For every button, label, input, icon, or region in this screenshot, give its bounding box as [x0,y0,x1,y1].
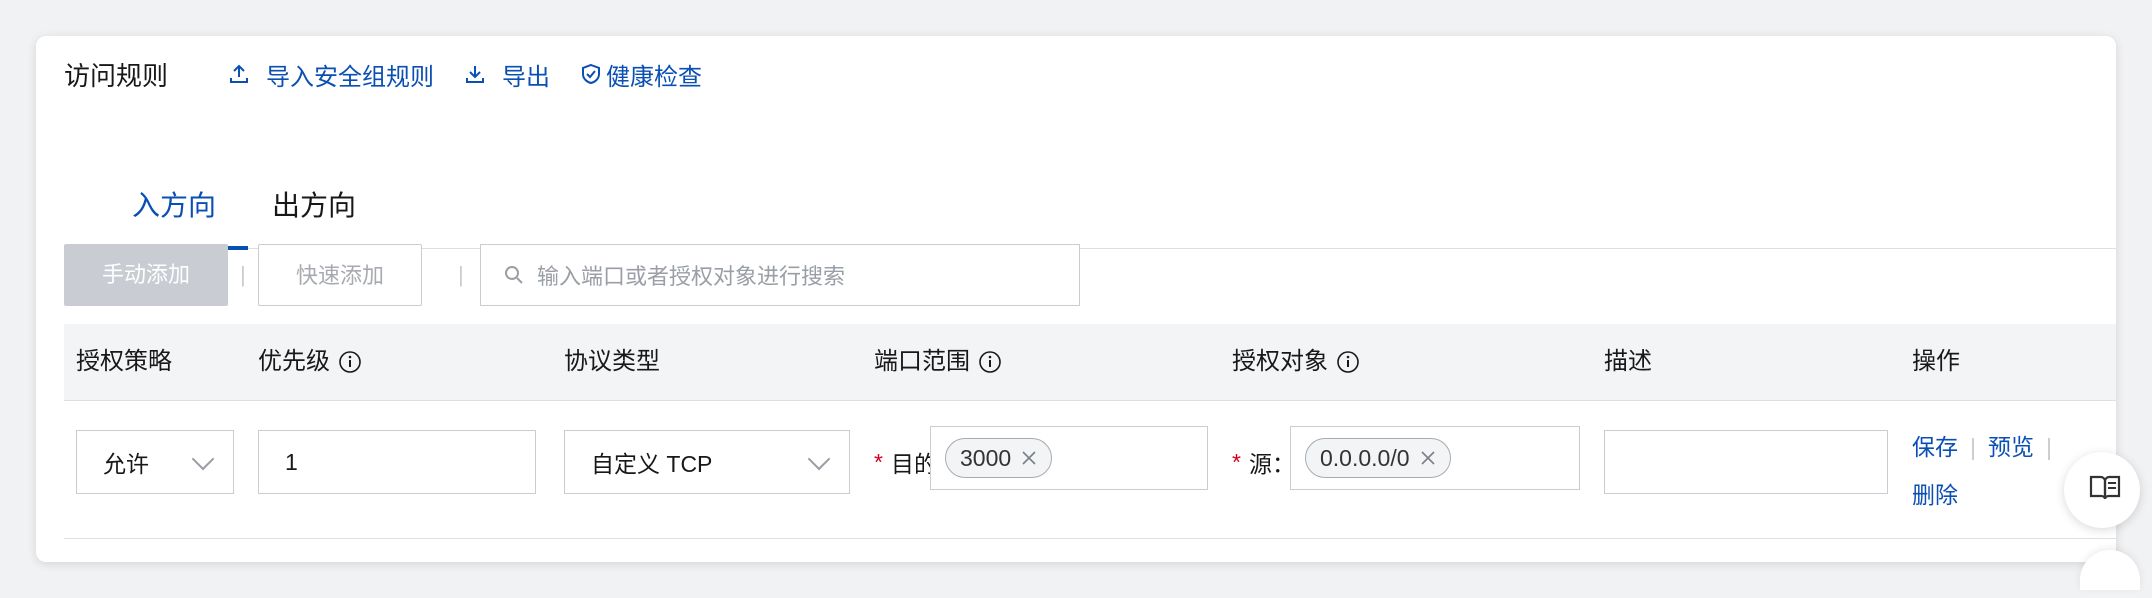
health-check-link[interactable]: 健康检查 [580,57,702,92]
source-tag: 0.0.0.0/0 [1305,438,1451,478]
health-check-label: 健康检查 [606,63,703,91]
shield-check-icon [580,63,602,85]
save-link[interactable]: 保存 [1912,434,1958,460]
search-placeholder: 输入端口或者授权对象进行搜索 [537,264,846,289]
info-icon[interactable] [978,350,1002,374]
separator: | [458,262,464,287]
table-row: 允许 1 自定义 TCP * 目的 3000 * 源： 0.0.0.0/0 保存… [64,400,2116,539]
column-header-actions: 操作 [1912,348,1960,375]
export-link[interactable]: 导出 [464,57,550,92]
separator: | [240,262,246,287]
description-input[interactable] [1604,430,1888,494]
upload-icon [228,63,250,85]
priority-value: 1 [285,448,298,475]
source-tag-value: 0.0.0.0/0 [1320,444,1410,471]
docs-float-button[interactable] [2064,452,2140,528]
preview-link[interactable]: 预览 [1988,434,2034,460]
column-header-protocol: 协议类型 [564,348,660,375]
port-field-label: * 目的 [874,442,937,482]
delete-link[interactable]: 删除 [1912,482,1958,508]
tab-outbound[interactable]: 出方向 [272,160,356,248]
header: 访问规则 导入安全组规则 导出 健康检查 [64,54,732,94]
port-tag: 3000 [945,438,1053,478]
separator: | [1970,434,1976,460]
row-actions: 保存 | 预览 | [1912,428,2064,462]
quick-add-button[interactable]: 快速添加 [258,244,422,306]
search-icon [503,264,525,286]
chevron-down-icon [191,447,215,471]
manual-add-button[interactable]: 手动添加 [64,244,228,306]
protocol-value: 自定义 TCP [591,451,713,477]
info-icon[interactable] [1336,350,1360,374]
required-marker: * [1232,448,1241,475]
download-icon [464,63,486,85]
column-header-port-range: 端口范围 [874,324,1002,400]
page-title: 访问规则 [64,60,169,91]
close-icon[interactable] [1021,450,1037,466]
info-icon[interactable] [338,350,362,374]
required-marker: * [874,448,883,475]
row-actions-2: 删除 [1912,476,1958,510]
chevron-down-icon [807,447,831,471]
column-header-policy: 授权策略 [76,348,172,375]
book-icon [2088,473,2122,508]
column-header-priority: 优先级 [258,324,362,400]
access-rules-card: 访问规则 导入安全组规则 导出 健康检查 入方向 出方向 手动添加 | 快速添加… [36,36,2116,562]
import-rules-label: 导入安全组规则 [266,63,435,91]
tab-inbound[interactable]: 入方向 [99,160,249,250]
protocol-select[interactable]: 自定义 TCP [564,430,850,494]
policy-select[interactable]: 允许 [76,430,234,494]
close-icon[interactable] [1420,450,1436,466]
direction-tabs: 入方向 出方向 [64,160,2116,250]
port-tag-value: 3000 [960,444,1012,471]
auth-object-input[interactable]: 0.0.0.0/0 [1290,426,1580,490]
policy-value: 允许 [103,451,149,477]
export-label: 导出 [502,63,551,91]
import-rules-link[interactable]: 导入安全组规则 [228,57,434,92]
column-header-description: 描述 [1604,348,1652,375]
port-range-input[interactable]: 3000 [930,426,1208,490]
separator: | [2045,434,2052,460]
source-field-label: * 源： [1232,442,1295,482]
source-label: 源： [1248,451,1295,477]
search-input[interactable]: 输入端口或者授权对象进行搜索 [480,244,1080,306]
priority-input[interactable]: 1 [258,430,536,494]
column-header-auth-object: 授权对象 [1232,324,1360,400]
table-header: 授权策略 优先级 协议类型 端口范围 授权对象 描述 操作 [64,324,2116,401]
